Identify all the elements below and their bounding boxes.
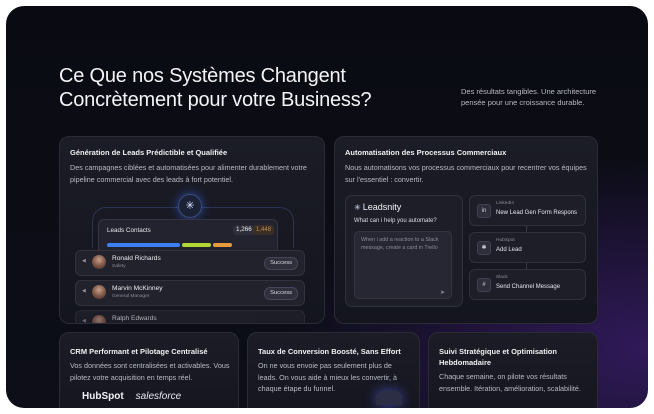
card-description: Des campagnes ciblées et automatisées po… bbox=[70, 163, 307, 184]
card-lead-generation: Génération de Leads Prédictible et Quali… bbox=[59, 136, 325, 324]
linkedin-icon: in bbox=[477, 204, 491, 218]
card-conversion: Taux de Conversion Boosté, Sans Effort O… bbox=[247, 332, 420, 408]
card-automation: Automatisation des Processus Commerciaux… bbox=[334, 136, 598, 324]
crm-logos: HubSpot salesforce bbox=[82, 391, 181, 402]
card-title: Taux de Conversion Boosté, Sans Effort bbox=[258, 347, 401, 356]
page-frame: Ce Que nos Systèmes Changent Concrètemen… bbox=[6, 6, 648, 408]
page-subtitle: Des résultats tangibles. Une architectur… bbox=[461, 87, 597, 107]
glow-bubble bbox=[376, 391, 402, 405]
progress-segment-orange bbox=[213, 243, 232, 247]
lead-row[interactable]: ◀ Ronald Richards Safety Success bbox=[75, 250, 305, 276]
card-description: On ne vous envoie pas seulement plus de … bbox=[258, 361, 398, 393]
leads-panel-title: Leads Contacts bbox=[107, 227, 151, 234]
lead-row[interactable]: ◀ Ralph Edwards bbox=[75, 310, 305, 324]
integration-app: Slack bbox=[496, 275, 508, 280]
integration-slack[interactable]: # Slack Send Channel Message bbox=[469, 269, 586, 300]
avatar bbox=[92, 315, 106, 323]
lead-name: Ralph Edwards bbox=[112, 315, 157, 322]
integration-event: New Lead Gen Form Respons bbox=[496, 210, 578, 216]
leads-count-secondary: 1,448 bbox=[253, 225, 275, 235]
chat-prompt: What can i help you automate? bbox=[354, 218, 437, 224]
avatar bbox=[92, 285, 106, 299]
logo-text: Leadsnity bbox=[362, 202, 402, 212]
card-tracking: Suivi Stratégique et Optimisation Hebdom… bbox=[428, 332, 598, 408]
status-badge: Success bbox=[264, 287, 298, 300]
slack-icon: # bbox=[477, 278, 491, 292]
chat-input[interactable]: When i add a reaction to a Slack message… bbox=[354, 231, 452, 299]
card-title: Suivi Stratégique et Optimisation Hebdom… bbox=[439, 347, 557, 367]
page-title: Ce Que nos Systèmes Changent Concrètemen… bbox=[59, 64, 372, 112]
card-title: Génération de Leads Prédictible et Quali… bbox=[70, 148, 228, 157]
send-icon[interactable]: ➤ bbox=[440, 289, 445, 296]
card-description: Vos données sont centralisées et activab… bbox=[70, 361, 230, 382]
integration-app: LinkedIn bbox=[496, 201, 515, 206]
integration-event: Send Channel Message bbox=[496, 284, 561, 290]
leadsnity-mark-icon: ✳ bbox=[354, 203, 361, 212]
avatar bbox=[92, 255, 106, 269]
lead-role: General Manager bbox=[112, 294, 150, 299]
leads-count: 1,266 bbox=[233, 225, 255, 235]
hubspot-icon: ✱ bbox=[477, 241, 491, 255]
integration-app: HubSpot bbox=[496, 238, 515, 243]
hubspot-logo: HubSpot bbox=[82, 391, 124, 402]
page-title-line1: Ce Que nos Systèmes Changent bbox=[59, 65, 346, 87]
integration-linkedin[interactable]: in LinkedIn New Lead Gen Form Respons bbox=[469, 195, 586, 226]
leadsnity-logo: ✳ Leadsnity bbox=[354, 202, 401, 212]
chevron-left-icon: ◀ bbox=[82, 318, 86, 324]
page-title-line2: Concrètement pour votre Business? bbox=[59, 89, 372, 111]
chevron-left-icon: ◀ bbox=[82, 288, 86, 294]
progress-segment-green bbox=[182, 243, 211, 247]
lead-row[interactable]: ◀ Marvin McKinney General Manager Succes… bbox=[75, 280, 305, 306]
asterisk-icon: ✳ bbox=[178, 194, 202, 218]
automation-chat: ✳ Leadsnity What can i help you automate?… bbox=[345, 195, 463, 307]
chevron-left-icon: ◀ bbox=[82, 258, 86, 264]
card-description: Nous automatisons vos processus commerci… bbox=[345, 163, 587, 184]
integration-event: Add Lead bbox=[496, 247, 522, 253]
lead-name: Marvin McKinney bbox=[112, 285, 163, 292]
card-description: Chaque semaine, on pilote vos résultats … bbox=[439, 372, 581, 393]
salesforce-logo: salesforce bbox=[135, 391, 182, 402]
integration-hubspot[interactable]: ✱ HubSpot Add Lead bbox=[469, 232, 586, 263]
card-crm: CRM Performant et Pilotage Centralisé Vo… bbox=[59, 332, 239, 408]
lead-role: Safety bbox=[112, 264, 126, 269]
progress-segment-blue bbox=[107, 243, 180, 247]
card-title: CRM Performant et Pilotage Centralisé bbox=[70, 347, 208, 356]
card-title: Automatisation des Processus Commerciaux bbox=[345, 148, 507, 157]
lead-name: Ronald Richards bbox=[112, 255, 161, 262]
status-badge: Success bbox=[264, 257, 298, 270]
